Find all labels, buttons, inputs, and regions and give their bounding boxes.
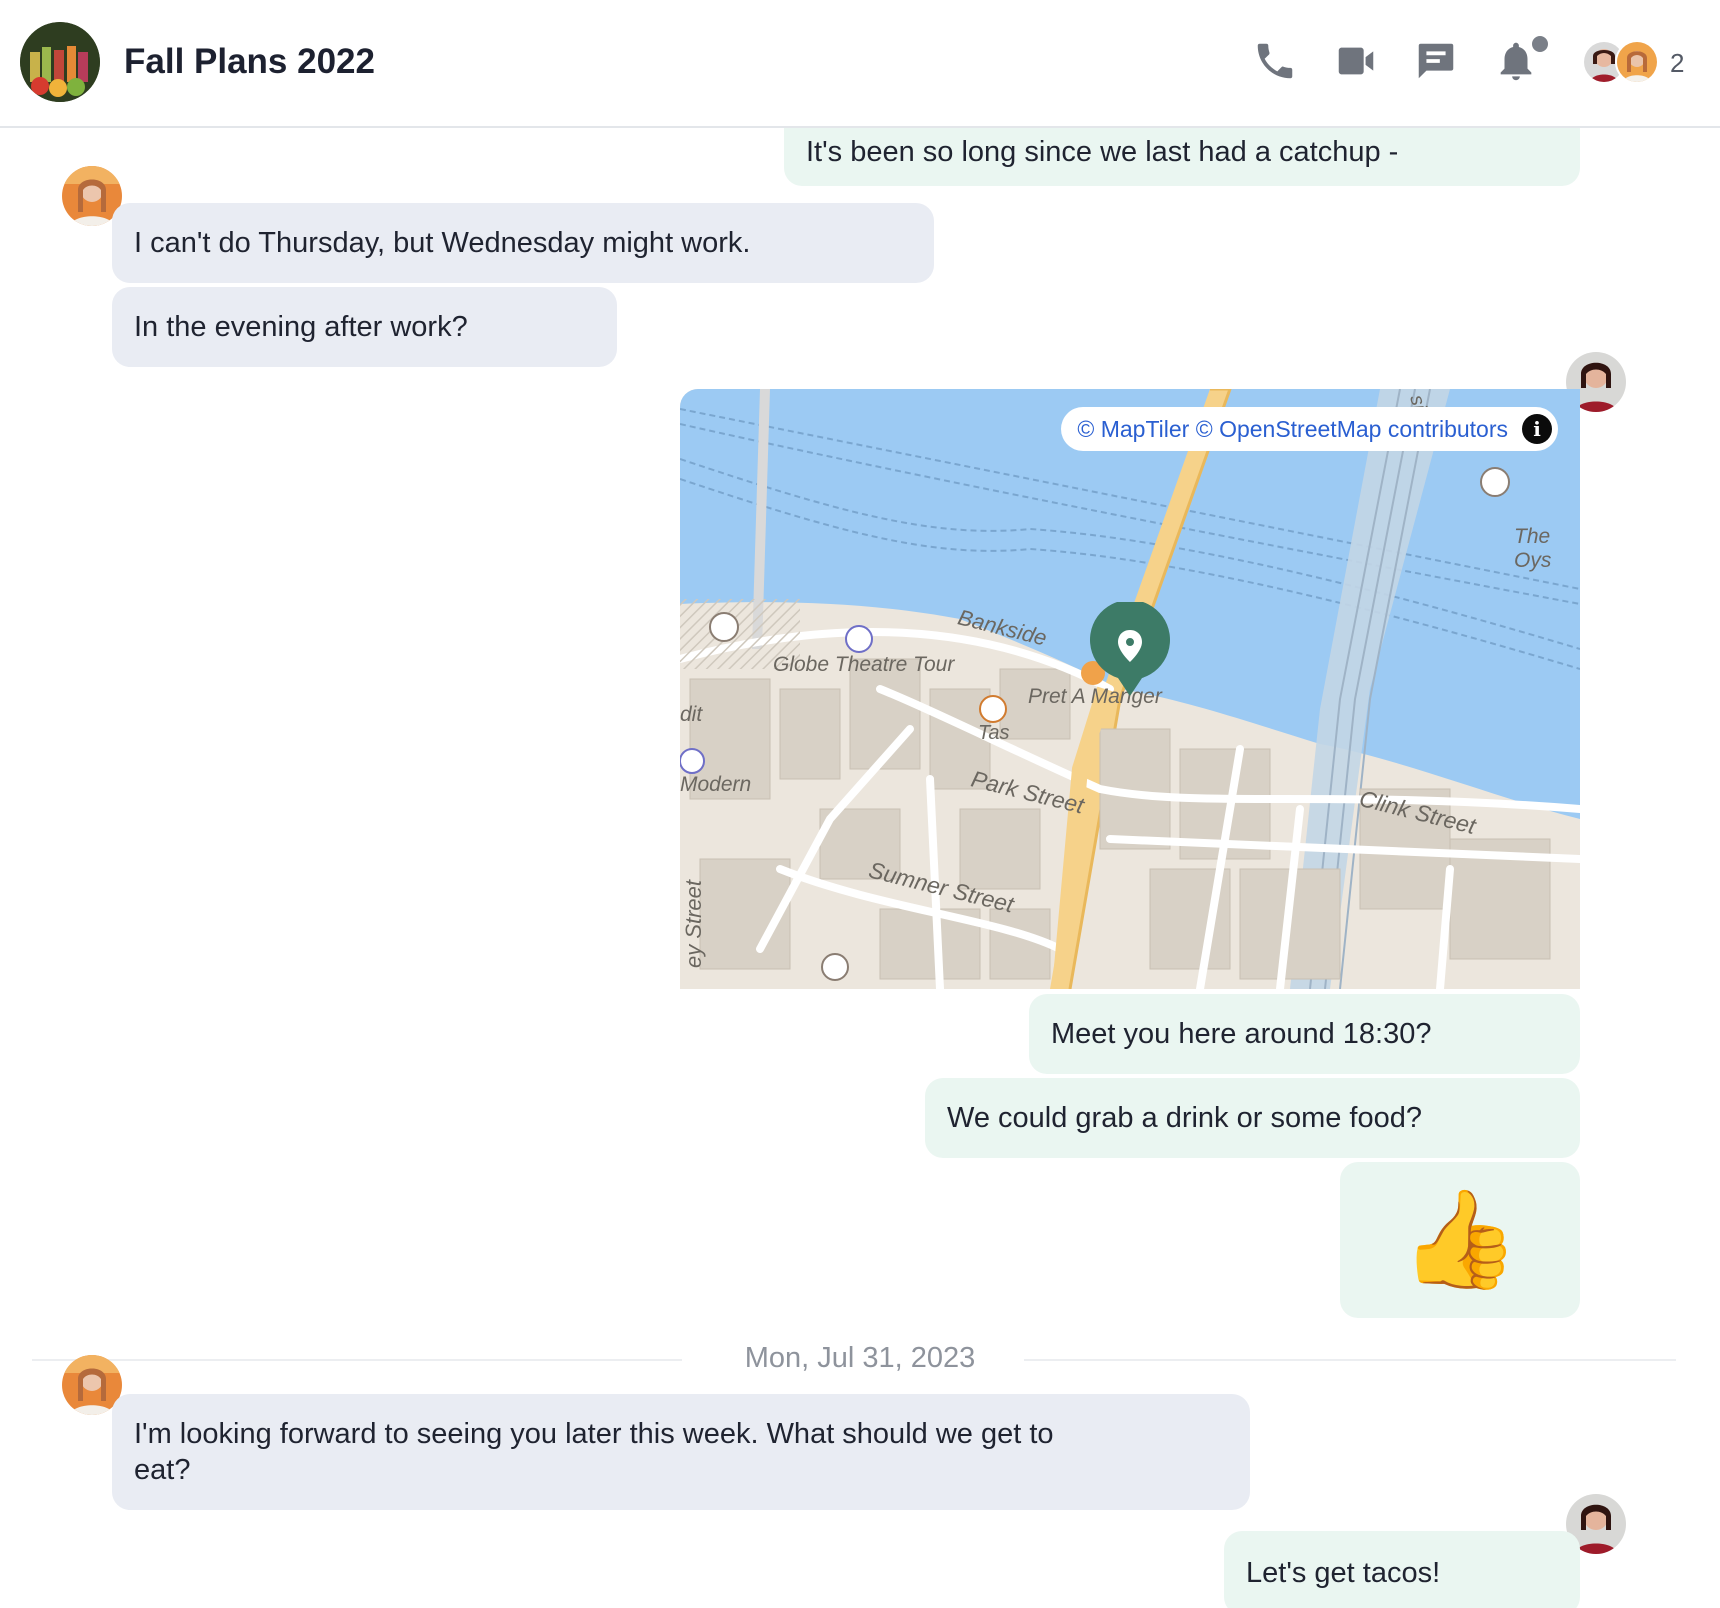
message-text: Meet you here around 18:30? (1051, 1018, 1432, 1050)
map-label: Globe Theatre Tour (773, 653, 955, 676)
message-bubble-incoming[interactable]: In the evening after work? (112, 287, 617, 367)
message-text: I'm looking forward to seeing you later … (134, 1418, 1054, 1486)
message-bubble-outgoing[interactable]: 👍 (1340, 1162, 1580, 1318)
video-icon[interactable] (1333, 38, 1379, 84)
message-text: I can't do Thursday, but Wednesday might… (134, 227, 751, 259)
message-text: In the evening after work? (134, 311, 468, 343)
chat-header: Fall Plans 2022 2 (0, 0, 1720, 128)
date-text: Mon, Jul 31, 2023 (716, 1342, 1004, 1374)
pin-icon[interactable] (1088, 599, 1172, 696)
map-label: ey Street (681, 879, 707, 969)
message-bubble-incoming[interactable]: I can't do Thursday, but Wednesday might… (112, 203, 934, 283)
notification-dot (1529, 33, 1551, 55)
chat-icon[interactable] (1413, 38, 1459, 84)
date-separator: Mon, Jul 31, 2023 (0, 1342, 1720, 1375)
map-attribution[interactable]: © MapTiler © OpenStreetMap contributors … (1061, 407, 1558, 451)
message-text: Let's get tacos! (1246, 1557, 1441, 1589)
message-bubble-outgoing[interactable]: It's been so long since we last had a ca… (784, 126, 1580, 186)
map-label: The Oys (1514, 525, 1552, 572)
message-bubble-incoming[interactable]: I'm looking forward to seeing you later … (112, 1394, 1250, 1510)
message-text: It's been so long since we last had a ca… (806, 136, 1399, 168)
member-avatar[interactable] (1615, 40, 1659, 84)
message-bubble-outgoing[interactable]: Meet you here around 18:30? (1029, 994, 1580, 1074)
chat-title: Fall Plans 2022 (124, 42, 375, 81)
message-feed[interactable]: It's been so long since we last had a ca… (0, 126, 1720, 1608)
member-count: 2 (1670, 48, 1685, 78)
info-icon[interactable]: i (1522, 414, 1552, 444)
message-text: We could grab a drink or some food? (947, 1102, 1423, 1134)
thumbs-up-emoji: 👍 (1400, 1186, 1520, 1293)
message-bubble-outgoing[interactable]: Let's get tacos! (1224, 1531, 1580, 1608)
map-label: Modern (680, 773, 752, 796)
map-label: dit (680, 703, 703, 726)
group-avatar[interactable] (20, 22, 100, 102)
location-map[interactable]: Bankside Globe Theatre Tour Pret A Mange… (680, 389, 1580, 989)
message-bubble-outgoing[interactable]: We could grab a drink or some food? (925, 1078, 1580, 1158)
phone-icon[interactable] (1252, 38, 1298, 84)
map-label: Tas (978, 722, 1010, 744)
attribution-text: © MapTiler © OpenStreetMap contributors (1077, 416, 1508, 442)
